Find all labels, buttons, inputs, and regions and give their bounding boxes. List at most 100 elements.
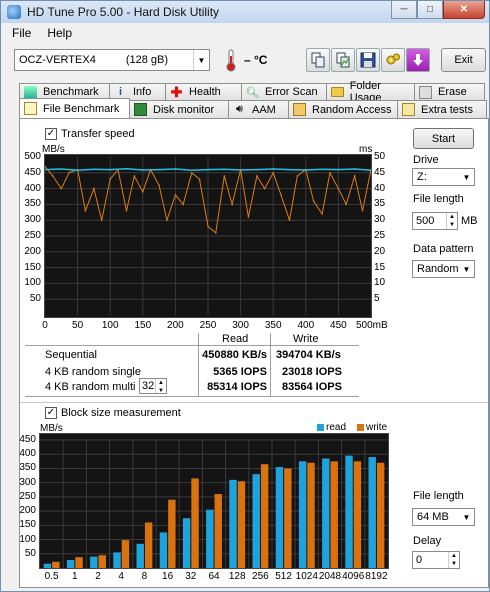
- copy-icon: [311, 52, 325, 68]
- queue-depth-value: 32: [142, 380, 155, 392]
- read-bar: [159, 532, 168, 568]
- write-bar: [75, 557, 83, 568]
- start-button[interactable]: Start: [413, 128, 474, 149]
- menu-help[interactable]: Help: [47, 26, 72, 40]
- spin-down-icon[interactable]: ▼: [156, 387, 166, 395]
- tab-disk-monitor[interactable]: Disk monitor: [129, 100, 229, 118]
- sequential-write: 394704 KB/s: [276, 349, 341, 361]
- read-bar: [66, 560, 75, 568]
- access-time-point: [312, 200, 315, 203]
- maximize-button[interactable]: □: [417, 1, 443, 19]
- thermometer-icon: [226, 49, 236, 72]
- y-tick-right: 5: [374, 293, 380, 305]
- menu-bar: File Help: [2, 23, 488, 43]
- tab-extra-tests[interactable]: Extra tests: [397, 100, 487, 118]
- x-tick: 250: [199, 320, 217, 331]
- transfer-speed-checkbox[interactable]: ✓: [45, 128, 57, 140]
- copy-graph-icon: [336, 52, 350, 68]
- legend-write-label: write: [366, 422, 388, 433]
- title-bar[interactable]: HD Tune Pro 5.00 - Hard Disk Utility ─ □…: [1, 1, 489, 23]
- transfer-rate-point: [60, 168, 63, 170]
- drive-size: (128 gB): [125, 54, 169, 66]
- file-length-unit: MB: [461, 215, 478, 227]
- transfer-rate-point: [353, 168, 356, 170]
- file-length-spinner[interactable]: 500 ▲ ▼: [412, 212, 458, 230]
- write-bar: [98, 555, 106, 568]
- block-y-tick: 450: [19, 434, 36, 445]
- tab-erase[interactable]: Erase: [414, 83, 485, 100]
- transfer-rate-point: [223, 168, 226, 171]
- save-button[interactable]: [356, 48, 380, 72]
- block-size-checkbox[interactable]: ✓: [45, 407, 57, 419]
- download-button[interactable]: [406, 48, 430, 72]
- folder-icon: [331, 87, 344, 97]
- tab-label: Erase: [438, 86, 467, 98]
- legend-write-swatch: [357, 424, 364, 431]
- y-tick-left: 400: [24, 182, 41, 194]
- spin-up-icon[interactable]: ▲: [449, 552, 459, 560]
- menu-file[interactable]: File: [12, 26, 31, 40]
- close-button[interactable]: ✕: [443, 1, 485, 19]
- spin-up-icon[interactable]: ▲: [447, 213, 457, 221]
- transfer-rate-point: [288, 168, 291, 171]
- access-time-point: [353, 175, 356, 177]
- spin-down-icon[interactable]: ▼: [447, 221, 457, 229]
- options-button[interactable]: [381, 48, 405, 72]
- tab-error-scan[interactable]: 🔍︎ Error Scan: [241, 83, 327, 100]
- block-file-length-value: 64 MB: [417, 511, 449, 523]
- tab-health[interactable]: ✚ Health: [165, 83, 242, 100]
- file-length-label: File length: [413, 193, 464, 205]
- delay-spinner[interactable]: 0 ▲ ▼: [412, 551, 460, 569]
- transfer-chart-svg: [44, 157, 372, 315]
- block-file-length-select[interactable]: 64 MB ▼: [412, 508, 475, 526]
- speaker-icon: 🔊︎: [236, 103, 243, 115]
- transfer-rate-point: [190, 169, 193, 172]
- copy-info-button[interactable]: [306, 48, 330, 72]
- transfer-rate-point: [337, 168, 340, 171]
- block-y-tick: 300: [19, 476, 36, 488]
- transfer-speed-graph: [44, 154, 372, 318]
- spin-down-icon[interactable]: ▼: [449, 560, 459, 568]
- tab-aam[interactable]: 🔊︎ AAM: [228, 100, 289, 118]
- access-time-point: [133, 175, 136, 177]
- drive-letter-select[interactable]: Z: ▼: [412, 168, 475, 186]
- tab-file-benchmark[interactable]: File Benchmark: [19, 98, 130, 118]
- block-size-label: Block size measurement: [61, 407, 181, 419]
- y-tick-left: 500: [24, 151, 41, 162]
- access-time-point: [84, 209, 87, 212]
- write-bar: [353, 461, 362, 568]
- access-time-point: [109, 178, 111, 180]
- chevron-down-icon: ▼: [462, 512, 471, 522]
- access-time-point: [272, 172, 274, 174]
- transfer-speed-label: Transfer speed: [61, 128, 135, 140]
- write-bar: [376, 462, 385, 568]
- y-tick-right: 50: [374, 151, 386, 162]
- read-bar: [90, 556, 98, 568]
- spin-up-icon[interactable]: ▲: [156, 379, 166, 387]
- tab-random-access[interactable]: Random Access: [288, 100, 398, 118]
- exit-button[interactable]: Exit: [441, 48, 486, 72]
- access-time-point: [125, 209, 128, 212]
- read-bar: [113, 552, 121, 568]
- tab-folder-usage[interactable]: Folder Usage: [326, 80, 415, 104]
- transfer-rate-point: [109, 168, 111, 171]
- y-tick-right: 25: [374, 230, 386, 241]
- x-tick: 300: [232, 320, 249, 331]
- copy-graph-button[interactable]: [331, 48, 355, 72]
- 4kb-multi-write: 83564 IOPS: [282, 381, 342, 393]
- read-bar: [252, 474, 260, 568]
- drive-select[interactable]: OCZ-VERTEX4 (128 gB) ▼: [14, 49, 210, 71]
- queue-depth-spinner[interactable]: 32 ▲ ▼: [139, 378, 167, 394]
- y-tick-left: 450: [24, 166, 41, 178]
- tab-label: Extra tests: [421, 103, 473, 116]
- write-bar: [121, 540, 130, 568]
- data-pattern-select[interactable]: Random ▼: [412, 260, 475, 278]
- x-tick: 400: [297, 320, 315, 331]
- minimize-button[interactable]: ─: [391, 1, 417, 19]
- transfer-rate-point: [142, 169, 144, 171]
- erase-icon: [419, 85, 432, 99]
- drive-letter-value: Z:: [417, 171, 427, 183]
- transfer-rate-point: [158, 168, 160, 171]
- access-time-point: [190, 172, 193, 174]
- access-time-point: [158, 184, 160, 187]
